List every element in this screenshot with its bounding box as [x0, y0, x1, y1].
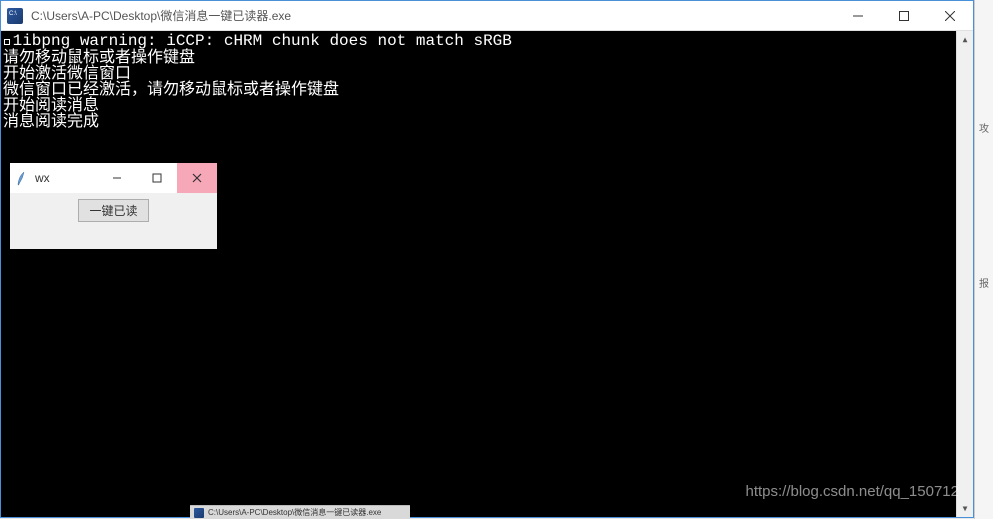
console-line: 微信窗口已经激活，请勿移动鼠标或者操作键盘 — [1, 81, 973, 97]
dialog-body: 一键已读 — [10, 193, 217, 249]
background-panel: 攻 报 — [974, 0, 993, 519]
bg-char: 攻 — [975, 120, 993, 135]
dialog-titlebar[interactable]: wx — [10, 163, 217, 193]
taskbar-item[interactable]: C:\Users\A-PC\Desktop\微信消息一键已读器.exe — [190, 505, 410, 519]
scroll-up-icon[interactable]: ▲ — [957, 31, 973, 48]
console-window: C:\Users\A-PC\Desktop\微信消息一键已读器.exe  1ib… — [0, 0, 974, 518]
dialog-title: wx — [35, 171, 97, 185]
app-icon — [7, 8, 23, 24]
dialog-maximize-button[interactable] — [137, 163, 177, 193]
taskbar-app-icon — [194, 508, 204, 518]
dialog-controls — [97, 163, 217, 193]
window-controls — [835, 1, 973, 30]
tk-feather-icon — [16, 170, 30, 186]
taskbar-label: C:\Users\A-PC\Desktop\微信消息一键已读器.exe — [208, 507, 381, 518]
console-line: 开始阅读消息 — [1, 97, 973, 113]
close-button[interactable] — [927, 1, 973, 30]
console-line: 请勿移动鼠标或者操作键盘 — [1, 49, 973, 65]
dialog-close-button[interactable] — [177, 163, 217, 193]
bg-char: 报 — [975, 275, 993, 290]
window-title: C:\Users\A-PC\Desktop\微信消息一键已读器.exe — [29, 7, 835, 24]
wx-dialog: wx 一键已读 — [10, 163, 217, 249]
titlebar[interactable]: C:\Users\A-PC\Desktop\微信消息一键已读器.exe — [1, 1, 973, 31]
maximize-button[interactable] — [881, 1, 927, 30]
console-output:  1ibpng warning: iCCP: cHRM chunk does n… — [1, 31, 973, 517]
scroll-track[interactable] — [957, 48, 973, 500]
scroll-down-icon[interactable]: ▼ — [957, 500, 973, 517]
mark-read-button[interactable]: 一键已读 — [78, 199, 148, 222]
vertical-scrollbar[interactable]: ▲ ▼ — [956, 31, 973, 517]
minimize-button[interactable] — [835, 1, 881, 30]
watermark-text: https://blog.csdn.net/qq_150712 — [745, 484, 959, 499]
dialog-minimize-button[interactable] — [97, 163, 137, 193]
console-line: 消息阅读完成 — [1, 113, 973, 129]
